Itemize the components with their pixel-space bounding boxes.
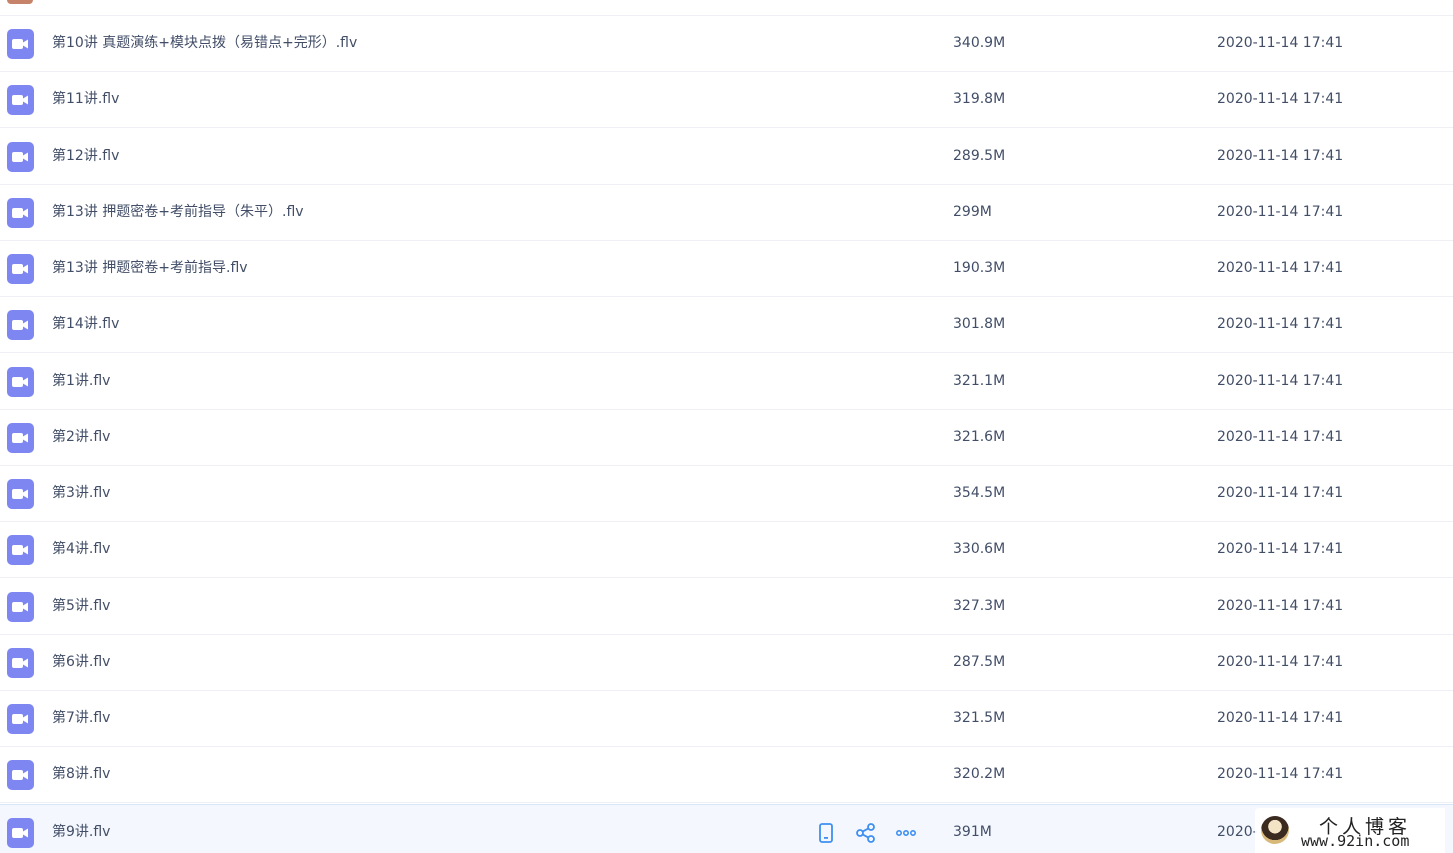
file-row[interactable]: 第9讲.flv 391M 2020-	[0, 804, 1453, 853]
file-name[interactable]: 第13讲 押题密卷+考前指导.flv	[52, 241, 248, 296]
file-name[interactable]: 第11讲.flv	[52, 72, 119, 127]
file-row[interactable]: 第12讲.flv 289.5M 2020-11-14 17:41	[0, 129, 1453, 185]
row-actions	[810, 805, 930, 853]
file-row[interactable]: 第11讲.flv 319.8M 2020-11-14 17:41	[0, 72, 1453, 128]
video-file-icon[interactable]	[7, 818, 34, 848]
file-size: 289.5M	[953, 148, 1006, 164]
file-list: 第10讲 真题演练+模块点拨（易错点+完形）.flv 340.9M 2020-11-…	[0, 0, 1453, 853]
modified-time: 2020-11-14 17:41	[1217, 148, 1344, 164]
modified-time: 2020-11-14 17:41	[1217, 541, 1344, 557]
watermark-url: www.92in.com	[1301, 832, 1410, 850]
file-name[interactable]: 第9讲.flv	[52, 805, 110, 853]
file-size: 320.2M	[953, 766, 1006, 782]
file-size: 327.3M	[953, 598, 1006, 614]
modified-time: 2020-11-14 17:41	[1217, 260, 1344, 276]
video-file-icon[interactable]	[7, 198, 34, 228]
file-size: 319.8M	[953, 91, 1006, 107]
avatar	[1261, 816, 1289, 844]
video-file-icon[interactable]	[7, 85, 34, 115]
file-size: 321.5M	[953, 710, 1006, 726]
modified-time: 2020-11-14 17:41	[1217, 766, 1344, 782]
more-icon[interactable]	[895, 822, 917, 844]
video-file-icon[interactable]	[7, 142, 34, 172]
modified-time: 2020-11-14 17:41	[1217, 204, 1344, 220]
partial-row	[0, 0, 1453, 16]
modified-time: 2020-11-14 17:41	[1217, 91, 1344, 107]
video-file-icon[interactable]	[7, 760, 34, 790]
modified-time: 2020-11-14 17:41	[1217, 710, 1344, 726]
file-row[interactable]: 第10讲 真题演练+模块点拨（易错点+完形）.flv 340.9M 2020-11-…	[0, 16, 1453, 72]
video-file-icon[interactable]	[7, 423, 34, 453]
file-name[interactable]: 第2讲.flv	[52, 410, 110, 465]
modified-time: 2020-11-14 17:41	[1217, 373, 1344, 389]
video-file-icon[interactable]	[7, 254, 34, 284]
modified-time: 2020-11-14 17:41	[1217, 316, 1344, 332]
file-name[interactable]: 第6讲.flv	[52, 635, 110, 690]
phone-icon[interactable]	[815, 822, 837, 844]
file-name[interactable]: 第10讲 真题演练+模块点拨（易错点+完形）.flv	[52, 16, 357, 71]
file-size: 391M	[953, 824, 992, 840]
file-row[interactable]: 第14讲.flv 301.8M 2020-11-14 17:41	[0, 297, 1453, 353]
modified-time: 2020-11-14 17:41	[1217, 654, 1344, 670]
modified-time: 2020-	[1217, 824, 1258, 840]
file-size: 190.3M	[953, 260, 1006, 276]
file-name[interactable]: 第14讲.flv	[52, 297, 119, 352]
file-name[interactable]: 第13讲 押题密卷+考前指导（朱平）.flv	[52, 185, 304, 240]
file-name[interactable]: 第1讲.flv	[52, 354, 110, 409]
file-row[interactable]: 第7讲.flv 321.5M 2020-11-14 17:41	[0, 691, 1453, 747]
file-row[interactable]: 第13讲 押题密卷+考前指导（朱平）.flv 299M 2020-11-14 17:…	[0, 185, 1453, 241]
video-file-icon[interactable]	[7, 704, 34, 734]
file-row[interactable]: 第4讲.flv 330.6M 2020-11-14 17:41	[0, 522, 1453, 578]
watermark: 个人博客 www.92in.com	[1255, 808, 1445, 853]
video-file-icon[interactable]	[7, 29, 34, 59]
video-file-icon[interactable]	[7, 479, 34, 509]
modified-time: 2020-11-14 17:41	[1217, 35, 1344, 51]
file-name[interactable]: 第3讲.flv	[52, 466, 110, 521]
file-row[interactable]: 第5讲.flv 327.3M 2020-11-14 17:41	[0, 579, 1453, 635]
file-name[interactable]: 第5讲.flv	[52, 579, 110, 634]
file-size: 330.6M	[953, 541, 1006, 557]
file-name[interactable]: 第12讲.flv	[52, 129, 119, 184]
file-row[interactable]: 第6讲.flv 287.5M 2020-11-14 17:41	[0, 635, 1453, 691]
file-size: 340.9M	[953, 35, 1006, 51]
file-icon	[7, 0, 33, 4]
file-row[interactable]: 第2讲.flv 321.6M 2020-11-14 17:41	[0, 410, 1453, 466]
video-file-icon[interactable]	[7, 592, 34, 622]
file-size: 354.5M	[953, 485, 1006, 501]
video-file-icon[interactable]	[7, 648, 34, 678]
file-name[interactable]: 第7讲.flv	[52, 691, 110, 746]
file-row[interactable]: 第1讲.flv 321.1M 2020-11-14 17:41	[0, 354, 1453, 410]
video-file-icon[interactable]	[7, 310, 34, 340]
file-name[interactable]: 第4讲.flv	[52, 522, 110, 577]
file-size: 321.1M	[953, 373, 1006, 389]
share-icon[interactable]	[855, 822, 877, 844]
file-name[interactable]: 第8讲.flv	[52, 747, 110, 802]
modified-time: 2020-11-14 17:41	[1217, 598, 1344, 614]
file-size: 321.6M	[953, 429, 1006, 445]
file-size: 287.5M	[953, 654, 1006, 670]
modified-time: 2020-11-14 17:41	[1217, 429, 1344, 445]
video-file-icon[interactable]	[7, 535, 34, 565]
file-size: 299M	[953, 204, 992, 220]
file-row[interactable]: 第13讲 押题密卷+考前指导.flv 190.3M 2020-11-14 17:41	[0, 241, 1453, 297]
file-size: 301.8M	[953, 316, 1006, 332]
file-row[interactable]: 第3讲.flv 354.5M 2020-11-14 17:41	[0, 466, 1453, 522]
modified-time: 2020-11-14 17:41	[1217, 485, 1344, 501]
video-file-icon[interactable]	[7, 367, 34, 397]
file-row[interactable]: 第8讲.flv 320.2M 2020-11-14 17:41	[0, 747, 1453, 803]
